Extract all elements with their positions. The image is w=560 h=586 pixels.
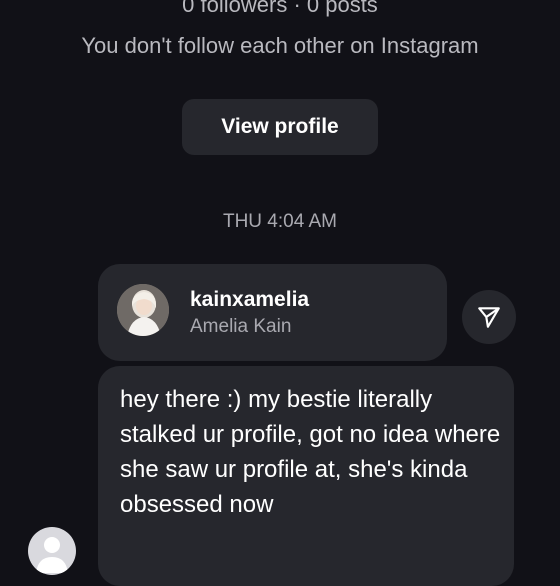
mutual-follow-status: You don't follow each other on Instagram <box>81 33 479 58</box>
shared-profile-avatar <box>117 284 169 336</box>
message-bubble[interactable]: hey there :) my bestie literally stalked… <box>98 366 514 586</box>
shared-profile-username: kainxamelia <box>190 288 310 311</box>
default-avatar-icon[interactable] <box>28 527 76 575</box>
view-profile-button[interactable]: View profile <box>182 99 378 155</box>
message-text: hey there :) my bestie literally stalked… <box>120 386 501 518</box>
message-timestamp: THU 4:04 AM <box>222 211 338 232</box>
shared-profile-card[interactable]: kainxamelia Amelia Kain <box>98 264 447 361</box>
profile-stats: 0 followers · 0 posts <box>182 0 378 17</box>
shared-profile-full-name: Amelia Kain <box>190 316 292 337</box>
send-icon[interactable] <box>462 290 516 344</box>
